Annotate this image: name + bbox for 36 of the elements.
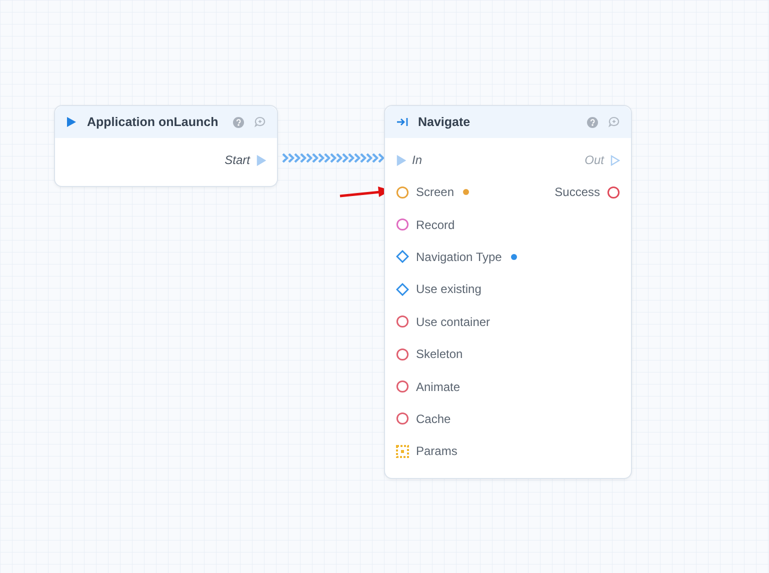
port-label: Params [416,443,458,460]
node-title: Application onLaunch [87,114,220,131]
port-label: Cache [416,410,451,428]
port-label: Use existing [416,281,482,298]
flow-label: Start [224,152,250,169]
circle-port-icon[interactable] [396,380,409,394]
flow-out-port-icon[interactable] [610,154,620,166]
circle-port-icon[interactable] [396,218,409,232]
port-label: Navigation Type [416,248,502,266]
port-label: Use container [416,314,490,331]
circle-port-icon[interactable] [396,186,409,199]
flow-label: In [412,152,422,169]
port-label: Record [416,216,455,234]
arrow-to-bar-icon[interactable] [396,116,408,128]
grid-port-icon[interactable] [396,444,409,458]
comment-icon[interactable] [254,116,266,128]
flow-label: Out [584,152,604,169]
circle-port-icon[interactable] [607,186,620,199]
diamond-port-icon[interactable] [396,282,409,296]
node-card[interactable]: Application onLaunch Start [54,105,278,187]
port-label: Animate [416,378,460,396]
port-label: Screen [416,184,454,202]
help-icon[interactable] [233,116,244,128]
diamond-port-icon[interactable] [396,250,409,264]
port-label: Success [554,184,600,202]
flow-in-port-icon[interactable] [396,154,406,166]
flow-out-port-icon[interactable] [256,154,266,166]
circle-port-icon[interactable] [396,315,409,328]
circle-port-icon[interactable] [396,348,409,361]
comment-icon[interactable] [608,116,620,128]
node-title: Navigate [418,114,472,131]
node-card[interactable]: Navigate In Out Screen Success Record Navigation Type Use existing Use container Skeleton Animate Cache Params [384,105,632,479]
circle-port-icon[interactable] [396,412,409,426]
help-icon[interactable] [587,116,598,128]
port-label: Skeleton [416,346,463,364]
play-icon[interactable] [66,116,77,128]
